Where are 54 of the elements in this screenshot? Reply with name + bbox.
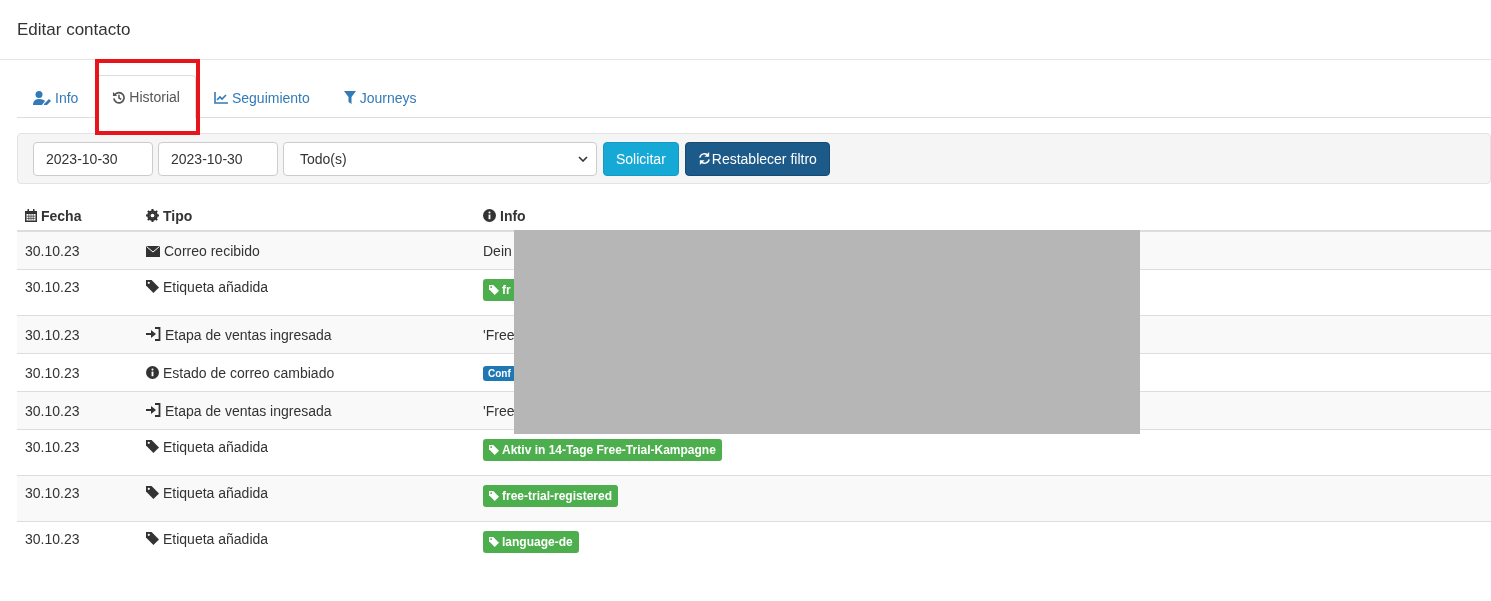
tag-label: Aktiv in 14-Tage Free-Trial-Kampagne [483, 439, 722, 461]
date-cell: 30.10.23 [17, 391, 138, 430]
tag-icon [146, 532, 159, 545]
line-chart-icon [213, 91, 228, 104]
refresh-icon [697, 152, 711, 165]
status-label: Conf [483, 366, 516, 381]
date-cell: 30.10.23 [17, 353, 138, 392]
date-cell: 30.10.23 [17, 269, 138, 316]
date-cell: 30.10.23 [17, 429, 138, 476]
tab[interactable]: Info [17, 76, 95, 118]
info-icon [146, 365, 159, 379]
tag-icon [489, 537, 499, 547]
date-cell: 30.10.23 [17, 521, 138, 567]
tab[interactable]: Journeys [327, 76, 433, 118]
tag-icon [489, 491, 499, 501]
date-cell: 30.10.23 [17, 231, 138, 270]
type-cell: Correo recibido [138, 231, 475, 270]
calendar-icon [25, 209, 37, 222]
tag-icon [146, 486, 159, 499]
info-text: 'Free [483, 402, 515, 419]
envelope-icon [146, 245, 160, 257]
type-cell: Etapa de ventas ingresada [138, 391, 475, 430]
user-edit-icon [33, 90, 51, 105]
tag-label: fr [483, 279, 517, 301]
sign-in-icon [146, 402, 161, 417]
gear-icon [146, 209, 159, 222]
date-to-field[interactable]: 2023-10-30 [158, 141, 278, 176]
tag-icon [489, 445, 499, 455]
tab[interactable]: Seguimiento [197, 76, 326, 118]
info-text: 'Free [483, 326, 515, 343]
date-from-field[interactable]: 2023-10-30 [33, 141, 153, 176]
tag-label: free-trial-registered [483, 485, 619, 507]
tag-icon [489, 285, 499, 295]
dialog-title: Editar contacto [17, 19, 131, 40]
chevron-down-icon [578, 155, 588, 162]
type-cell: Etiqueta añadida [138, 521, 475, 567]
tag-label: language-de [483, 531, 579, 553]
tag-icon [146, 280, 159, 293]
date-cell: 30.10.23 [17, 315, 138, 354]
history-icon [112, 90, 126, 104]
filter-icon [343, 91, 356, 104]
type-cell: Estado de correo cambiado [138, 353, 475, 392]
sign-in-icon [146, 326, 161, 341]
tab[interactable]: Historial [96, 75, 196, 118]
reset-filter-button[interactable]: Restablecer filtro [684, 141, 830, 176]
tag-icon [146, 440, 159, 453]
type-cell: Etapa de ventas ingresada [138, 315, 475, 354]
type-dropdown[interactable]: Todo(s) [283, 141, 597, 176]
type-cell: Etiqueta añadida [138, 269, 475, 316]
date-cell: 30.10.23 [17, 475, 138, 522]
info-text: Dein [483, 242, 512, 259]
info-icon [483, 209, 496, 222]
type-cell: Etiqueta añadida [138, 475, 475, 522]
type-cell: Etiqueta añadida [138, 429, 475, 476]
